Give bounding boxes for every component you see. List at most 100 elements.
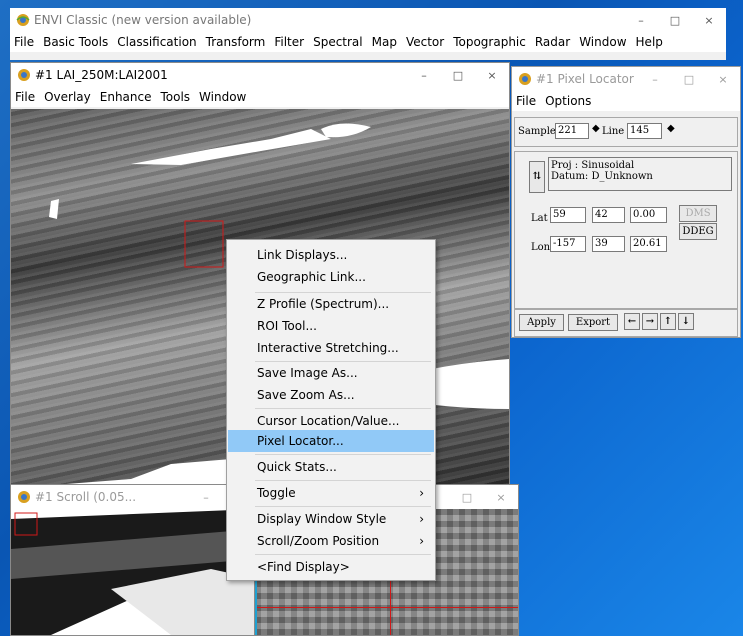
menu-item-geographic-link[interactable]: Geographic Link... — [228, 266, 434, 288]
menu-file[interactable]: File — [14, 35, 34, 49]
menu-item-save-image-as[interactable]: Save Image As... — [228, 362, 434, 384]
menu-window[interactable]: Window — [199, 90, 246, 104]
pixel-locator-menubar: File Options — [512, 91, 740, 111]
menu-vector[interactable]: Vector — [406, 35, 444, 49]
maximize-button[interactable]: □ — [450, 491, 484, 504]
dms-button[interactable]: DMS — [679, 205, 717, 222]
menu-item-quick-stats[interactable]: Quick Stats... — [228, 456, 434, 478]
menu-item-find-display[interactable]: <Find Display> — [228, 556, 434, 578]
menu-item-display-window-style[interactable]: Display Window Style › — [228, 508, 434, 530]
menu-tools[interactable]: Tools — [160, 90, 190, 104]
scroll-window: #1 Scroll (0.05... – □ — [10, 484, 258, 636]
pixel-locator-window: #1 Pixel Locator – □ × File Options Samp… — [511, 66, 741, 338]
proj-text: Proj : Sinusoidal — [551, 160, 635, 171]
maximize-button[interactable]: □ — [672, 73, 706, 86]
menu-item-pixel-locator[interactable]: Pixel Locator... — [228, 430, 434, 452]
zoom-box — [184, 220, 224, 268]
line-label: Line — [602, 126, 625, 137]
arrow-up-icon[interactable]: ↑ — [660, 313, 676, 330]
envi-main-titlebar[interactable]: ENVI Classic (new version available) – □… — [10, 8, 726, 32]
menu-separator — [255, 408, 431, 409]
menu-help[interactable]: Help — [636, 35, 663, 49]
menu-separator — [255, 506, 431, 507]
envi-logo-icon — [18, 69, 30, 81]
lon-deg-field[interactable]: -157 — [550, 236, 586, 252]
menu-options[interactable]: Options — [545, 94, 591, 108]
menu-item-toggle[interactable]: Toggle › — [228, 482, 434, 504]
lat-min-field[interactable]: 42 — [592, 207, 625, 223]
minimize-button[interactable]: – — [624, 14, 658, 27]
close-button[interactable]: × — [692, 14, 726, 27]
arrow-down-icon[interactable]: ↓ — [678, 313, 694, 330]
menu-spectral[interactable]: Spectral — [313, 35, 363, 49]
arrow-left-icon[interactable]: ← — [624, 313, 640, 330]
sample-field[interactable]: 221 — [555, 123, 589, 139]
scroll-canvas[interactable] — [11, 509, 257, 635]
submenu-arrow-icon: › — [419, 534, 424, 548]
swap-coords-button[interactable]: ⇅ — [529, 161, 545, 193]
image-titlebar[interactable]: #1 LAI_250M:LAI2001 – □ × — [11, 63, 509, 87]
scroll-titlebar[interactable]: #1 Scroll (0.05... – □ — [11, 485, 257, 509]
envi-main-title: ENVI Classic (new version available) — [34, 13, 252, 27]
maximize-button[interactable]: □ — [658, 14, 692, 27]
projection-info-box: Proj : Sinusoidal Datum: D_Unknown — [548, 157, 732, 191]
menu-enhance[interactable]: Enhance — [100, 90, 152, 104]
menu-item-scroll-zoom-position[interactable]: Scroll/Zoom Position › — [228, 530, 434, 552]
minimize-button[interactable]: – — [189, 491, 223, 504]
minimize-button[interactable]: – — [638, 73, 672, 86]
arrow-right-icon[interactable]: → — [642, 313, 658, 330]
scroll-features — [11, 509, 257, 635]
menu-basic-tools[interactable]: Basic Tools — [43, 35, 108, 49]
sample-label: Sample — [518, 126, 556, 137]
datum-text: Datum: D_Unknown — [551, 171, 653, 182]
submenu-arrow-icon: › — [419, 486, 424, 500]
menu-item-label: Scroll/Zoom Position — [257, 534, 380, 548]
submenu-arrow-icon: › — [419, 512, 424, 526]
envi-main-window: ENVI Classic (new version available) – □… — [10, 8, 726, 60]
menu-item-link-displays[interactable]: Link Displays... — [228, 244, 434, 266]
image-window-title: #1 LAI_250M:LAI2001 — [35, 68, 168, 82]
line-field[interactable]: 145 — [627, 123, 662, 139]
menu-file[interactable]: File — [516, 94, 536, 108]
lat-sec-field[interactable]: 0.00 — [630, 207, 667, 223]
maximize-button[interactable]: □ — [441, 69, 475, 82]
line-spin-icon[interactable]: ◆ — [667, 123, 675, 134]
menu-separator — [255, 480, 431, 481]
menu-item-roi-tool[interactable]: ROI Tool... — [228, 315, 434, 337]
image-menubar: File Overlay Enhance Tools Window — [11, 87, 509, 107]
menu-item-save-zoom-as[interactable]: Save Zoom As... — [228, 384, 434, 406]
minimize-button[interactable]: – — [407, 69, 441, 82]
scroll-window-title: #1 Scroll (0.05... — [35, 490, 137, 504]
menu-filter[interactable]: Filter — [274, 35, 304, 49]
menu-item-z-profile[interactable]: Z Profile (Spectrum)... — [228, 293, 434, 315]
lon-sec-field[interactable]: 20.61 — [630, 236, 667, 252]
close-button[interactable]: × — [706, 73, 740, 86]
export-button[interactable]: Export — [568, 314, 618, 331]
menu-radar[interactable]: Radar — [535, 35, 570, 49]
envi-logo-icon — [16, 14, 30, 26]
ddeg-button[interactable]: DDEG — [679, 223, 717, 240]
envi-logo-icon — [18, 491, 30, 503]
apply-button[interactable]: Apply — [519, 314, 564, 331]
menu-item-label: Display Window Style — [257, 512, 387, 526]
menu-classification[interactable]: Classification — [117, 35, 196, 49]
menu-map[interactable]: Map — [372, 35, 397, 49]
menu-transform[interactable]: Transform — [206, 35, 266, 49]
lon-min-field[interactable]: 39 — [592, 236, 625, 252]
menu-topographic[interactable]: Topographic — [453, 35, 526, 49]
menu-item-cursor-location[interactable]: Cursor Location/Value... — [228, 410, 434, 432]
pixel-locator-titlebar[interactable]: #1 Pixel Locator – □ × — [512, 67, 740, 91]
menu-overlay[interactable]: Overlay — [44, 90, 91, 104]
menu-file[interactable]: File — [15, 90, 35, 104]
lat-deg-field[interactable]: 59 — [550, 207, 586, 223]
menu-separator — [255, 454, 431, 455]
close-button[interactable]: × — [484, 491, 518, 504]
close-button[interactable]: × — [475, 69, 509, 82]
envi-logo-icon — [519, 73, 531, 85]
menu-item-interactive-stretching[interactable]: Interactive Stretching... — [228, 337, 434, 359]
lon-label: Lon — [531, 242, 551, 253]
lat-label: Lat — [531, 213, 548, 224]
menu-item-label: Toggle — [257, 486, 296, 500]
sample-spin-icon[interactable]: ◆ — [592, 123, 600, 134]
menu-window[interactable]: Window — [579, 35, 626, 49]
